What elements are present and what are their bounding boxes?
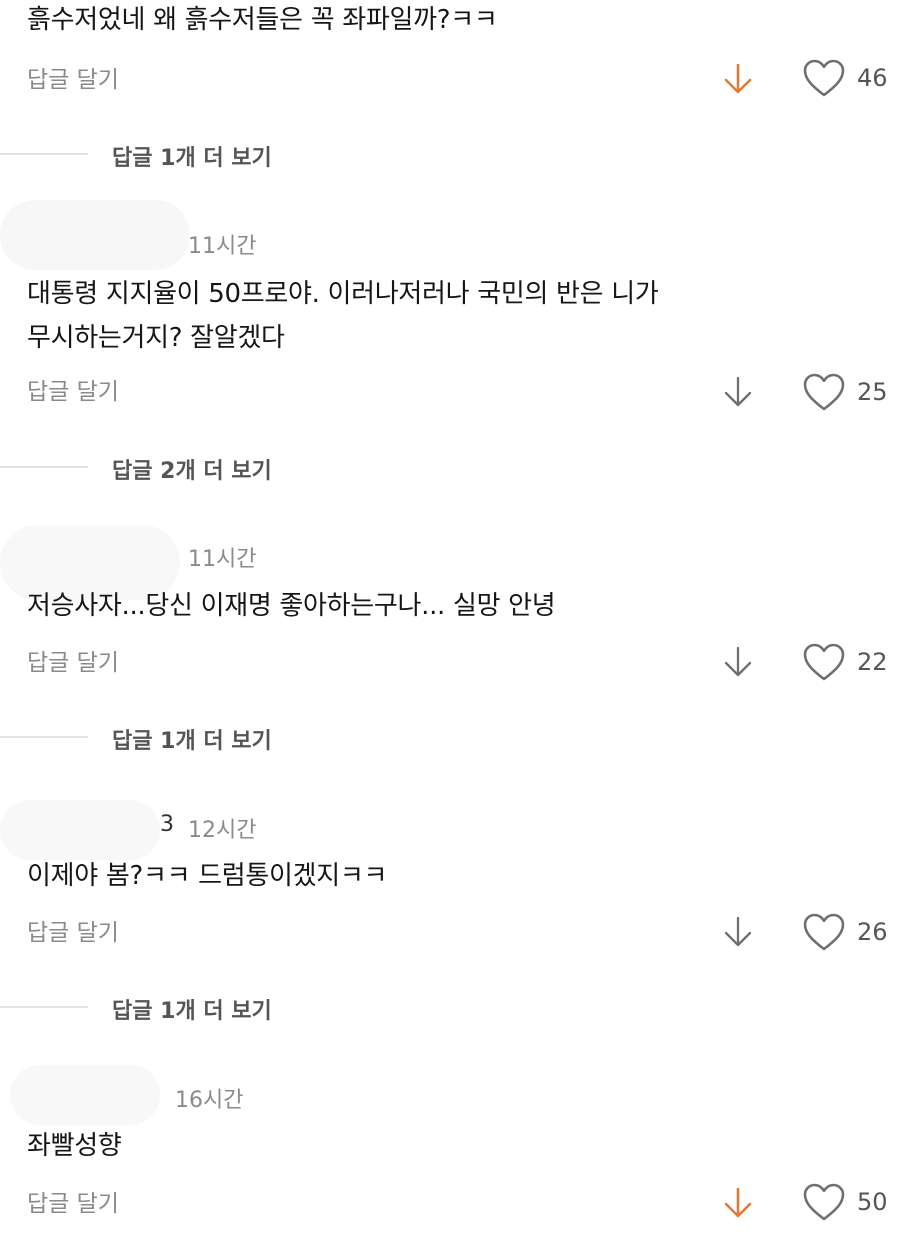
comment-text: 무시하는거지? 잘알겠다 <box>27 323 285 353</box>
reply-button[interactable]: 답글 달기 <box>27 913 119 947</box>
like-count: 50 <box>857 1188 888 1216</box>
comment-username: 3 <box>160 812 174 837</box>
heart-outline-icon[interactable] <box>802 1182 846 1222</box>
comment-text: 좌빨성향 <box>27 1131 122 1161</box>
reply-button[interactable]: 답글 달기 <box>27 1184 119 1218</box>
comment-text: 흙수저었네 왜 흙수저들은 꼭 좌파일까?ㅋㅋ <box>27 5 498 35</box>
divider-line <box>0 736 88 738</box>
redacted-area <box>10 1065 160 1125</box>
comment-text: 이제야 봄?ㅋㅋ 드럼통이겠지ㅋㅋ <box>27 861 388 891</box>
arrow-down-icon[interactable] <box>722 645 754 679</box>
view-more-replies[interactable]: 답글 1개 더 보기 <box>112 993 272 1025</box>
view-more-replies[interactable]: 답글 1개 더 보기 <box>112 723 272 755</box>
view-more-replies[interactable]: 답글 2개 더 보기 <box>112 453 272 485</box>
divider-line <box>0 153 88 155</box>
like-count: 22 <box>857 648 888 676</box>
arrow-down-icon[interactable] <box>722 62 754 96</box>
comment-time: 11시간 <box>188 234 257 259</box>
like-count: 25 <box>857 378 888 406</box>
heart-outline-icon[interactable] <box>802 58 846 98</box>
heart-outline-icon[interactable] <box>802 642 846 682</box>
comment-time: 12시간 <box>188 818 257 843</box>
reply-button[interactable]: 답글 달기 <box>27 372 119 406</box>
comment-time: 16시간 <box>175 1088 244 1113</box>
comment-text: 저승사자...당신 이재명 좋아하는구나... 실망 안녕 <box>27 591 556 621</box>
redacted-area <box>0 200 190 270</box>
reply-button[interactable]: 답글 달기 <box>27 643 119 677</box>
like-count: 26 <box>857 918 888 946</box>
like-count: 46 <box>857 64 888 92</box>
divider-line <box>0 1006 88 1008</box>
arrow-down-icon[interactable] <box>722 375 754 409</box>
heart-outline-icon[interactable] <box>802 912 846 952</box>
redacted-area <box>0 800 160 860</box>
arrow-down-icon[interactable] <box>722 1186 754 1220</box>
comment-text: 대통령 지지율이 50프로야. 이러나저러나 국민의 반은 니가 <box>27 279 659 309</box>
reply-button[interactable]: 답글 달기 <box>27 60 119 94</box>
heart-outline-icon[interactable] <box>802 372 846 412</box>
comment-time: 11시간 <box>188 547 257 572</box>
arrow-down-icon[interactable] <box>722 915 754 949</box>
divider-line <box>0 466 88 468</box>
view-more-replies[interactable]: 답글 1개 더 보기 <box>112 140 272 172</box>
